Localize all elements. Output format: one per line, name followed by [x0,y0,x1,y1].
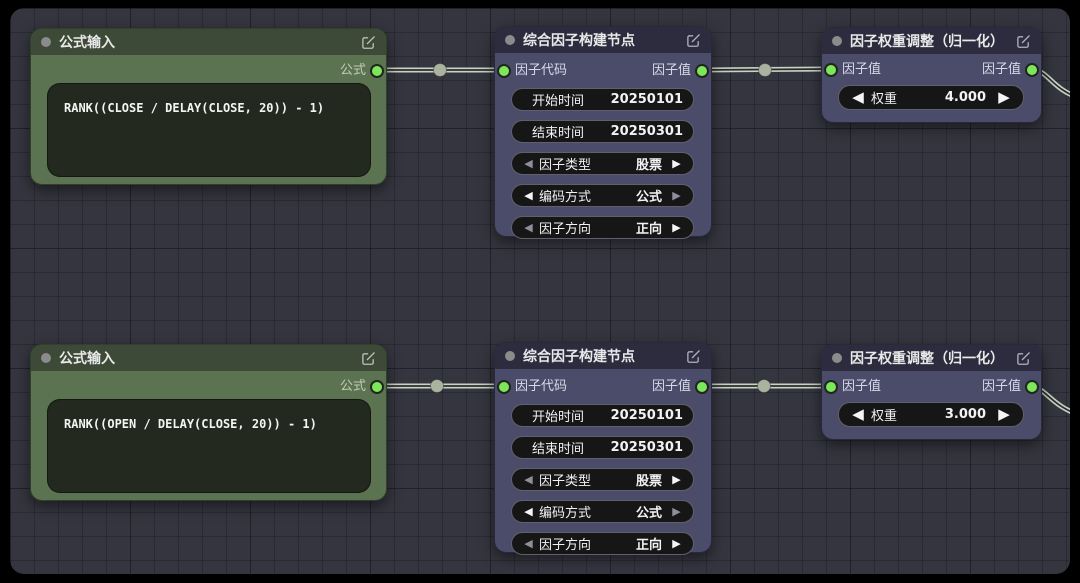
arrow-left-icon[interactable]: ◀ [850,407,866,422]
formula-text: RANK((OPEN / DELAY(CLOSE, 20)) - 1) [64,417,317,431]
widget-encoding-mode[interactable]: ◀ 编码方式 公式 ▶ [511,184,694,207]
output-port-label: 公式 [339,63,366,78]
arrow-left-icon[interactable]: ◀ [522,158,535,169]
arrow-left-icon[interactable]: ◀ [522,506,535,517]
wire[interactable] [376,63,503,77]
input-port[interactable] [497,380,511,394]
edit-icon[interactable] [686,33,701,48]
input-port-label: 因子值 [842,62,882,77]
node-header[interactable]: 综合因子构建节点 [495,343,711,369]
input-port-label: 因子代码 [515,63,568,78]
node-title: 公式输入 [59,351,115,367]
widget-factor-direction[interactable]: ◀ 因子方向 正向 ▶ [511,532,694,555]
node-factor-builder-2[interactable]: 综合因子构建节点 因子代码 因子值 开始时间 20250101 结束时间 202… [494,342,712,555]
edit-icon[interactable] [361,351,376,366]
node-formula-input-1[interactable]: 公式输入 公式 RANK((CLOSE / DELAY(CLOSE, 20)) … [30,28,387,185]
node-status-dot [832,36,842,46]
arrow-right-icon[interactable]: ▶ [996,90,1012,105]
output-port[interactable] [695,380,709,394]
input-port[interactable] [497,64,511,78]
widget-weight[interactable]: ◀ 权重 3.000 ▶ [838,402,1024,427]
widget-end-date[interactable]: 结束时间 20250301 [511,436,694,459]
node-factor-builder-1[interactable]: 综合因子构建节点 因子代码 因子值 开始时间 20250101 结束时间 202… [494,26,712,239]
node-header[interactable]: 公式输入 [31,29,386,55]
node-status-dot [505,35,515,45]
widget-start-date[interactable]: 开始时间 20250101 [511,88,694,111]
node-title: 公式输入 [59,35,115,51]
formula-text: RANK((CLOSE / DELAY(CLOSE, 20)) - 1) [64,101,325,115]
reroute-dot[interactable] [758,63,772,77]
node-formula-input-2[interactable]: 公式输入 公式 RANK((OPEN / DELAY(CLOSE, 20)) -… [30,344,387,501]
reroute-dot[interactable] [430,379,444,393]
node-status-dot [832,353,842,363]
node-header[interactable]: 因子权重调整（归一化） [822,345,1041,371]
input-port[interactable] [824,63,838,77]
node-graph-canvas[interactable]: 公式输入 公式 RANK((CLOSE / DELAY(CLOSE, 20)) … [10,8,1070,574]
wire[interactable] [699,379,830,393]
arrow-right-icon[interactable]: ▶ [670,538,683,549]
node-title: 因子权重调整（归一化） [850,351,1004,367]
node-header[interactable]: 综合因子构建节点 [495,27,711,53]
widget-encoding-mode[interactable]: ◀ 编码方式 公式 ▶ [511,500,694,523]
reroute-dot[interactable] [433,63,447,77]
output-port[interactable] [370,64,384,78]
output-port-label: 公式 [339,379,366,394]
output-port-label: 因子值 [651,63,691,78]
formula-textarea[interactable]: RANK((OPEN / DELAY(CLOSE, 20)) - 1) [47,399,371,493]
arrow-right-icon[interactable]: ▶ [670,222,683,233]
node-header[interactable]: 公式输入 [31,345,386,371]
widget-factor-type[interactable]: ◀ 因子类型 股票 ▶ [511,468,694,491]
node-title: 因子权重调整（归一化） [850,34,1004,50]
arrow-right-icon[interactable]: ▶ [670,506,683,517]
node-header[interactable]: 因子权重调整（归一化） [822,28,1041,54]
flow-editor: { "icons": { "arrow_left": "◀", "arrow_r… [0,0,1080,583]
edit-icon[interactable] [686,349,701,364]
arrow-left-icon[interactable]: ◀ [850,90,866,105]
arrow-left-icon[interactable]: ◀ [522,190,535,201]
node-weight-adjust-1[interactable]: 因子权重调整（归一化） 因子值 因子值 ◀ 权重 4.000 ▶ [821,27,1042,123]
output-port[interactable] [370,380,384,394]
wire[interactable] [698,63,831,77]
arrow-left-icon[interactable]: ◀ [522,474,535,485]
input-port-label: 因子值 [842,379,882,394]
output-port-label: 因子值 [651,379,691,394]
node-status-dot [505,351,515,361]
arrow-right-icon[interactable]: ▶ [670,158,683,169]
output-port[interactable] [695,64,709,78]
widget-weight[interactable]: ◀ 权重 4.000 ▶ [838,85,1024,110]
output-port-label: 因子值 [981,379,1021,394]
node-weight-adjust-2[interactable]: 因子权重调整（归一化） 因子值 因子值 ◀ 权重 3.000 ▶ [821,344,1042,440]
output-port[interactable] [1025,380,1039,394]
formula-textarea[interactable]: RANK((CLOSE / DELAY(CLOSE, 20)) - 1) [47,83,371,177]
reroute-dot[interactable] [757,379,771,393]
arrow-right-icon[interactable]: ▶ [670,190,683,201]
edit-icon[interactable] [1016,34,1031,49]
input-port-label: 因子代码 [515,379,568,394]
node-title: 综合因子构建节点 [523,349,635,365]
widget-start-date[interactable]: 开始时间 20250101 [511,404,694,427]
node-title: 综合因子构建节点 [523,33,635,49]
wire[interactable] [376,379,503,393]
arrow-left-icon[interactable]: ◀ [522,222,535,233]
edit-icon[interactable] [361,35,376,50]
arrow-right-icon[interactable]: ▶ [670,474,683,485]
arrow-right-icon[interactable]: ▶ [996,407,1012,422]
output-port-label: 因子值 [981,62,1021,77]
widget-end-date[interactable]: 结束时间 20250301 [511,120,694,143]
node-status-dot [41,37,51,47]
edit-icon[interactable] [1016,351,1031,366]
input-port[interactable] [824,380,838,394]
arrow-left-icon[interactable]: ◀ [522,538,535,549]
output-port[interactable] [1025,63,1039,77]
widget-factor-type[interactable]: ◀ 因子类型 股票 ▶ [511,152,694,175]
node-status-dot [41,353,51,363]
widget-factor-direction[interactable]: ◀ 因子方向 正向 ▶ [511,216,694,239]
